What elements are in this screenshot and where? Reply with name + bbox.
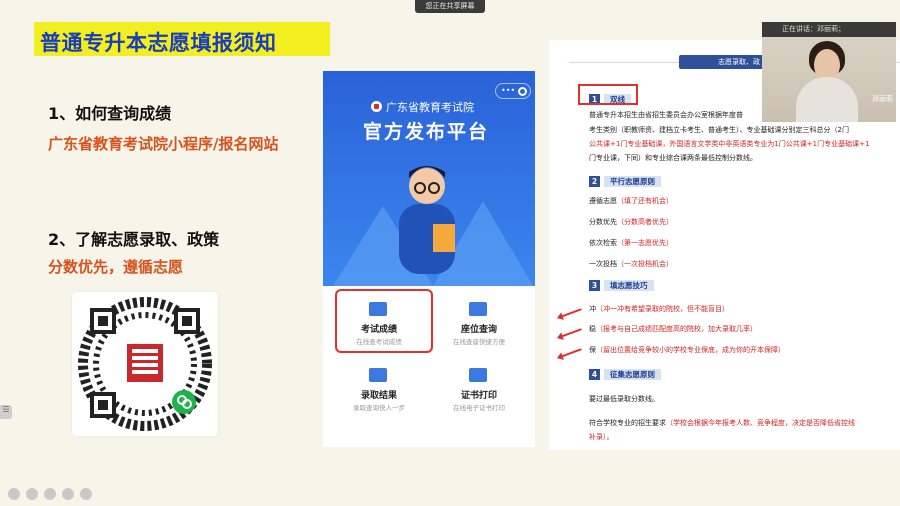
principle-note: （一次投档机会）	[617, 260, 673, 268]
tip-line: 稳（报考与自己成绩匹配度高的院校，加大录取几率）	[589, 324, 757, 334]
exam-authority-logo-icon	[371, 101, 382, 112]
principle-line: 一次投档（一次投档机会）	[589, 259, 673, 269]
section-3-heading: 3 填志愿技巧	[589, 280, 654, 291]
tile-seat-lookup[interactable]: 座位查询 在线查座快捷方便	[431, 292, 527, 354]
body	[796, 77, 858, 122]
principle-note: （第一志愿优先）	[617, 239, 673, 247]
seat-icon	[469, 302, 487, 316]
principle-line: 遵循志愿（填了还有机会）	[589, 196, 673, 206]
speaker-image	[762, 37, 896, 122]
speaker-name: 邓丽莉	[872, 95, 893, 103]
tip-name: 稳	[589, 325, 596, 333]
tip-note: （报考与自己成绩匹配度高的院校，加大录取几率）	[596, 325, 757, 333]
text-line: 符合学校专业的招生要求（学校会根据今年报考人数、竞争程度，决定是否降低省控线	[589, 418, 855, 428]
principle-name: 遵循志愿	[589, 197, 617, 205]
slide-controls	[8, 488, 92, 500]
prev-icon[interactable]	[8, 488, 20, 500]
highlight-box	[578, 84, 638, 105]
zoom-icon[interactable]	[62, 488, 74, 500]
highlight-box	[335, 289, 433, 353]
tile-sublabel: 在线电子证书打印	[453, 404, 505, 412]
illustration-image	[333, 166, 533, 286]
answer-2: 分数优先，遵循志愿	[48, 258, 184, 276]
mail-icon	[369, 368, 387, 382]
section-number: 3	[589, 280, 600, 291]
principle-line: 分数优先（分数高者优先）	[589, 217, 673, 227]
text-line: 普通专升本招生由省招生委员会办公室根据年度普	[589, 111, 743, 119]
section-title: 填志愿技巧	[604, 280, 654, 291]
section-number: 2	[589, 176, 600, 187]
mini-program-header: ••• 广东省教育考试院 官方发布平台	[323, 71, 535, 286]
text-line: 门专业课，下同）和专业综合课两条最低控制分数线。	[589, 154, 757, 162]
certificate-icon	[469, 368, 487, 382]
screen-share-banner[interactable]: 您正在共享屏幕	[415, 0, 485, 13]
text-line: 公共课+1门专业基础课，外国语言文学类中非英语类专业为1门公共课+1门专业基础课…	[589, 140, 870, 148]
text-line: 要过最低录取分数线。	[589, 395, 659, 403]
tile-label: 证书打印	[460, 391, 497, 401]
text-span: （学校会根据今年报考人数、竞争程度，决定是否降低省控线	[666, 419, 855, 427]
principle-name: 一次投档	[589, 260, 617, 268]
mini-program-screenshot: ••• 广东省教育考试院 官方发布平台 考试成绩 在线查考试成绩 座位查询 在线…	[323, 71, 535, 447]
question-1: 1、如何查询成绩	[48, 104, 172, 123]
mini-program-qr-code	[72, 292, 218, 436]
speaker-video: 正在讲话：邓丽莉； 邓丽莉	[762, 22, 896, 122]
speaker-status: 正在讲话：邓丽莉；	[762, 22, 896, 37]
section-4-heading: 4 征集志愿原则	[589, 369, 661, 380]
tile-sublabel: 在线查座快捷方便	[453, 338, 505, 346]
tile-label: 录取结果	[360, 391, 397, 401]
more-icon[interactable]	[80, 488, 92, 500]
more-icon: •••	[501, 86, 516, 95]
question-2: 2、了解志愿录取、政策	[48, 230, 220, 249]
exam-authority-name: 广东省教育考试院	[386, 101, 474, 114]
principle-name: 分数优先	[589, 218, 617, 226]
section-title: 征集志愿原则	[604, 369, 661, 380]
section-2-heading: 2 平行志愿原则	[589, 176, 661, 187]
side-expand-handle[interactable]: ☰	[0, 405, 12, 419]
principle-note: （填了还有机会）	[617, 197, 673, 205]
principle-name: 依次检索	[589, 239, 617, 247]
principle-note: （分数高者优先）	[617, 218, 673, 226]
tile-certificate-print[interactable]: 证书打印 在线电子证书打印	[431, 358, 527, 420]
section-number: 4	[589, 369, 600, 380]
principle-line: 依次检索（第一志愿优先）	[589, 238, 673, 248]
tile-label: 座位查询	[460, 325, 497, 335]
tile-sublabel: 录取查询快人一步	[353, 404, 405, 412]
pen-icon[interactable]	[44, 488, 56, 500]
tip-note: （留出位置给竞争较小的学校专业保底，成为你的开本保障）	[596, 346, 785, 354]
tip-note: （冲一冲有希望录取的院校，但不能盲目）	[596, 305, 729, 313]
close-circle-icon	[518, 87, 527, 96]
section-title: 平行志愿原则	[604, 176, 661, 187]
tip-line: 保（留出位置给竞争较小的学校专业保底，成为你的开本保障）	[589, 345, 785, 355]
text-line: 考生类别（职教师资、建档立卡考生、普通考生）、专业基础课分别定三科总分（2门	[589, 126, 849, 134]
tip-name: 冲	[589, 305, 596, 313]
tip-name: 保	[589, 346, 596, 354]
text-span: 符合学校专业的招生要求	[589, 419, 666, 427]
platform-title: 官方发布平台	[363, 121, 490, 143]
slide-title: 普通专升本志愿填报须知	[40, 31, 277, 55]
tip-line: 冲（冲一冲有希望录取的院校，但不能盲目）	[589, 304, 729, 314]
mini-program-capsule: •••	[495, 83, 531, 99]
tile-admission-result[interactable]: 录取结果 录取查询快人一步	[331, 358, 427, 420]
qr-code-image	[78, 297, 212, 431]
text-line: 补录）。	[589, 433, 614, 441]
answer-1: 广东省教育考试院小程序/报名网站	[48, 135, 279, 153]
next-icon[interactable]	[26, 488, 38, 500]
